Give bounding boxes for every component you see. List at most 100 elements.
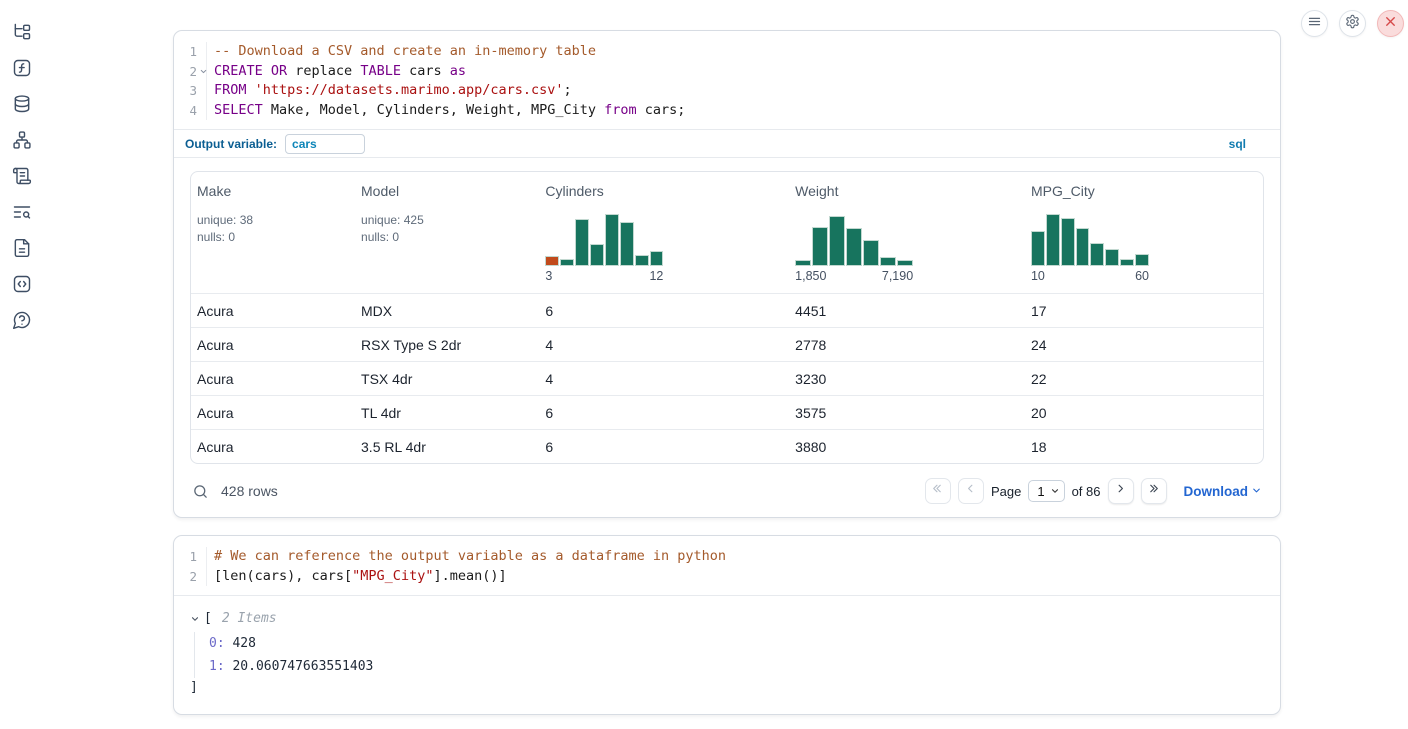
sql-output-area: Make unique: 38 nulls: 0 Model unique: 4… [174, 157, 1280, 517]
output-variable-label: Output variable: [185, 137, 277, 151]
close-bracket: ] [190, 678, 1264, 698]
table-row: Acura MDX 6 4451 17 [191, 293, 1263, 327]
table-row: Acura 3.5 RL 4dr 6 3880 18 [191, 429, 1263, 463]
table-cell: 4 [539, 362, 789, 395]
snippets-icon[interactable] [12, 274, 32, 294]
variables-icon[interactable] [12, 58, 32, 78]
tree-children: 0: 428 1: 20.060747663551403 [194, 632, 1264, 678]
line-number: 1 [174, 42, 207, 62]
column-stats: unique: 38 nulls: 0 [197, 212, 347, 246]
column-title[interactable]: Make [197, 183, 231, 199]
page-of-label: of 86 [1072, 484, 1101, 499]
histogram-bars [545, 214, 663, 266]
page-label: Page [991, 484, 1021, 499]
fold-chevron-icon[interactable] [199, 67, 208, 76]
line-number: 1 [174, 547, 207, 567]
code-text: FROM 'https://datasets.marimo.app/cars.c… [207, 81, 572, 101]
table-cell: Acura [191, 294, 355, 327]
histogram-bars [795, 214, 913, 266]
weight-histogram: 1,850 7,190 [795, 214, 913, 283]
column-title[interactable]: Cylinders [545, 183, 603, 199]
table-cell: 24 [1025, 328, 1263, 361]
column-header-mpg-city: MPG_City 10 60 [1025, 172, 1263, 293]
tree-entry-value: 428 [232, 636, 255, 651]
language-badge: sql [1229, 137, 1246, 151]
chevron-right-icon [1114, 482, 1127, 500]
pagination: Page 1 of 86 Download [925, 478, 1262, 504]
chevrons-left-icon [931, 482, 944, 500]
outline-icon[interactable] [12, 166, 32, 186]
table-cell: 3575 [789, 396, 1025, 429]
column-stats: unique: 425 nulls: 0 [361, 212, 531, 246]
data-sources-icon[interactable] [12, 94, 32, 114]
tree-entry-key: 0: [209, 636, 225, 651]
notebook-menu-button[interactable] [1301, 10, 1328, 37]
table-cell: TL 4dr [355, 396, 539, 429]
notebook-area: 1 -- Download a CSV and create an in-mem… [173, 0, 1281, 715]
row-count: 428 rows [221, 483, 278, 499]
table-cell: RSX Type S 2dr [355, 328, 539, 361]
chevron-down-icon[interactable] [190, 614, 200, 624]
code-text: [len(cars), cars["MPG_City"].mean()] [207, 567, 507, 587]
histogram-labels: 10 60 [1031, 269, 1149, 283]
file-explorer-icon[interactable] [12, 22, 32, 42]
code-line: 3 FROM 'https://datasets.marimo.app/cars… [174, 81, 1280, 101]
table-cell: TSX 4dr [355, 362, 539, 395]
column-title[interactable]: MPG_City [1031, 183, 1095, 199]
table-cell: Acura [191, 328, 355, 361]
column-title[interactable]: Weight [795, 183, 838, 199]
output-variable-input[interactable] [285, 134, 365, 154]
hamburger-menu-icon [1307, 14, 1322, 34]
last-page-button[interactable] [1141, 478, 1167, 504]
page-select[interactable]: 1 [1028, 480, 1064, 502]
search-icon[interactable] [192, 483, 209, 500]
sql-code-editor[interactable]: 1 -- Download a CSV and create an in-mem… [174, 31, 1280, 129]
help-icon[interactable] [12, 310, 32, 330]
topbar [1301, 10, 1404, 37]
sql-cell: 1 -- Download a CSV and create an in-mem… [173, 30, 1281, 518]
open-bracket: [ [204, 609, 212, 629]
code-text: -- Download a CSV and create an in-memor… [207, 42, 596, 62]
previous-page-button[interactable] [958, 478, 984, 504]
tree-entry-key: 1: [209, 659, 225, 674]
first-page-button[interactable] [925, 478, 951, 504]
table-header: Make unique: 38 nulls: 0 Model unique: 4… [191, 172, 1263, 293]
table-row: Acura TL 4dr 6 3575 20 [191, 395, 1263, 429]
column-header-make: Make unique: 38 nulls: 0 [191, 172, 355, 293]
logs-icon[interactable] [12, 202, 32, 222]
table-cell: 18 [1025, 430, 1263, 463]
tree-entry: 1: 20.060747663551403 [209, 655, 1264, 678]
table-cell: 2778 [789, 328, 1025, 361]
next-page-button[interactable] [1108, 478, 1134, 504]
chevron-down-icon [1050, 484, 1060, 499]
dependency-graph-icon[interactable] [12, 130, 32, 150]
settings-button[interactable] [1339, 10, 1366, 37]
table-cell: Acura [191, 362, 355, 395]
table-row: Acura RSX Type S 2dr 4 2778 24 [191, 327, 1263, 361]
table-cell: 6 [539, 430, 789, 463]
mpg-city-histogram: 10 60 [1031, 214, 1149, 283]
cylinders-histogram: 3 12 [545, 214, 663, 283]
table-footer: 428 rows Page 1 of 86 [190, 475, 1264, 507]
table-cell: 22 [1025, 362, 1263, 395]
code-text: SELECT Make, Model, Cylinders, Weight, M… [207, 101, 685, 121]
table-cell: 17 [1025, 294, 1263, 327]
column-title[interactable]: Model [361, 183, 399, 199]
gear-icon [1345, 14, 1360, 34]
shutdown-button[interactable] [1377, 10, 1404, 37]
python-output-area: [ 2 Items 0: 428 1: 20.060747663551403 ] [174, 595, 1280, 714]
python-code-editor[interactable]: 1 # We can reference the output variable… [174, 536, 1280, 595]
chevron-down-icon [1251, 484, 1262, 499]
documentation-icon[interactable] [12, 238, 32, 258]
code-line: 4 SELECT Make, Model, Cylinders, Weight,… [174, 101, 1280, 121]
table-cell: 4 [539, 328, 789, 361]
tree-entry-value: 20.060747663551403 [232, 659, 373, 674]
line-number: 3 [174, 81, 207, 101]
download-button[interactable]: Download [1184, 484, 1263, 499]
code-line: 1 # We can reference the output variable… [174, 547, 1280, 567]
line-number: 2 [174, 62, 207, 82]
table-cell: 6 [539, 396, 789, 429]
python-cell: 1 # We can reference the output variable… [173, 535, 1281, 715]
chevron-left-icon [964, 482, 977, 500]
line-number: 2 [174, 567, 207, 587]
